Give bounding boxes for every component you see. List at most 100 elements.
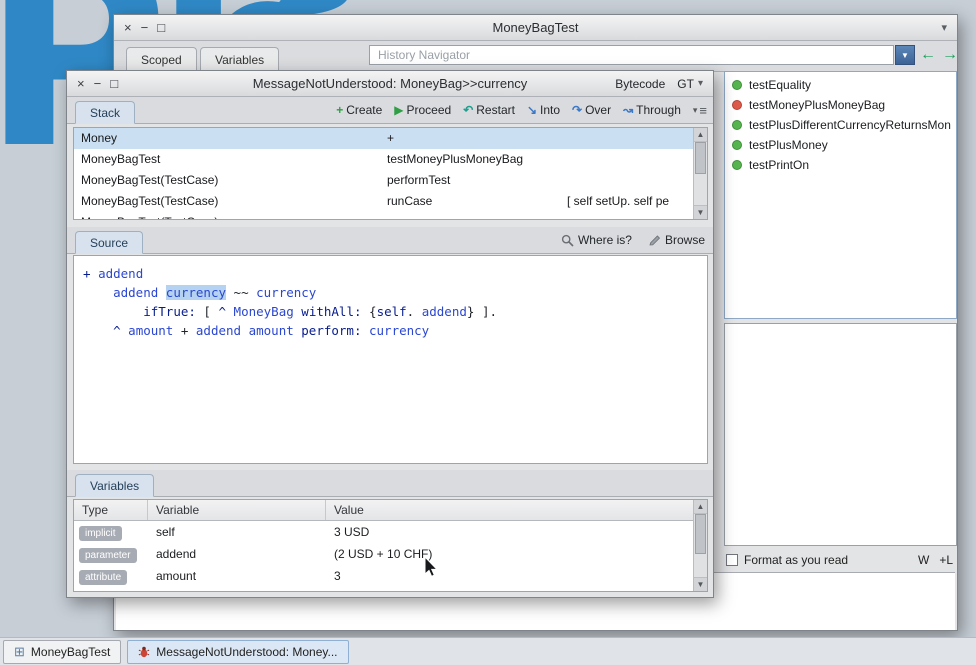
code-line[interactable]: ifTrue: [ ^ MoneyBag withAll: {self. add… (83, 302, 707, 321)
main-window-titlebar[interactable]: × − □ MoneyBagTest ▾ (114, 15, 957, 41)
stack-method: performTest (387, 173, 451, 187)
variable-row[interactable]: implicit self 3 USD (74, 521, 707, 543)
stack-row[interactable]: MoneyBagTest(TestCase) performTest (74, 170, 707, 191)
code-token: currency (256, 285, 317, 300)
scroll-up-icon[interactable]: ▲ (694, 500, 707, 514)
tab-stack[interactable]: Stack (75, 101, 136, 124)
proceed-icon: ▶ (394, 103, 404, 117)
code-token: self (376, 304, 407, 319)
taskbar-item-moneybagtest[interactable]: ⊞ MoneyBagTest (3, 639, 122, 664)
scroll-down-icon[interactable]: ▼ (694, 205, 707, 219)
browse-button[interactable]: Browse (648, 233, 705, 247)
into-button[interactable]: ↘ Into (527, 103, 560, 117)
debugger-window: × − □ MessageNotUnderstood: MoneyBag>>cu… (66, 70, 714, 598)
stack-menu-button[interactable]: ▾ ≡ (693, 103, 707, 118)
bytecode-toggle[interactable]: Bytecode (615, 77, 665, 91)
tab-variables-debugger[interactable]: Variables (75, 474, 155, 497)
over-button[interactable]: ↷ Over (572, 103, 611, 117)
bug-icon (138, 646, 150, 657)
through-button[interactable]: ↝ Through (623, 103, 681, 117)
minimize-icon[interactable]: − (94, 76, 102, 91)
code-line[interactable]: + addend (83, 264, 707, 283)
test-list-item[interactable]: testMoneyPlusMoneyBag (725, 95, 956, 115)
create-button[interactable]: + Create (336, 103, 382, 117)
tab-scoped[interactable]: Scoped (126, 47, 197, 71)
test-pass-icon (732, 140, 742, 150)
test-list-item[interactable]: testPlusMoney (725, 135, 956, 155)
restart-button[interactable]: ↶ Restart (463, 103, 515, 117)
code-line[interactable]: addend currency ~~ currency (83, 283, 707, 302)
source-code[interactable]: + addend addend currency ~~ currency ifT… (73, 255, 708, 464)
code-token: + (173, 323, 196, 338)
window-controls: × − □ (77, 71, 118, 96)
code-token: perform: (301, 323, 369, 338)
result-pane (724, 323, 957, 546)
test-name: testPrintOn (749, 158, 810, 172)
variable-row[interactable]: attribute amount 3 (74, 565, 707, 587)
window-menu-icon[interactable]: ▾ (941, 15, 947, 40)
code-token: withAll: (293, 304, 362, 319)
code-line[interactable]: ^ amount + addend amount perform: curren… (83, 321, 707, 340)
variables-header-cell[interactable]: Value (326, 500, 707, 520)
selected-token: currency (165, 285, 227, 300)
test-list-item[interactable]: testPlusDifferentCurrencyReturnsMon (725, 115, 956, 135)
stack-method: testMoneyPlusMoneyBag (387, 152, 524, 166)
variable-type-cell: attribute (74, 569, 148, 585)
history-forward-icon[interactable]: → (942, 45, 958, 65)
variable-name-cell: addend (156, 547, 197, 561)
tool-label: Over (585, 103, 612, 117)
variable-value-cell: 3 USD (334, 525, 370, 539)
test-pass-icon (732, 80, 742, 90)
scroll-up-icon[interactable]: ▲ (694, 128, 707, 142)
test-list-item[interactable]: testEquality (725, 75, 956, 95)
format-as-you-read-label: Format as you read (744, 553, 849, 567)
history-back-icon[interactable]: ← (920, 45, 936, 65)
stack-row[interactable]: MoneyBagTest(TestCase) (74, 212, 707, 219)
stack-row[interactable]: MoneyBagTest testMoneyPlusMoneyBag (74, 149, 707, 170)
variables-header-cell[interactable]: Variable (148, 500, 326, 520)
plus-l-button[interactable]: +L (939, 553, 953, 567)
code-token: addend (113, 285, 166, 300)
chevron-down-icon: ▾ (692, 104, 698, 115)
close-icon[interactable]: × (124, 20, 132, 35)
minimize-icon[interactable]: − (141, 20, 149, 35)
format-as-you-read-checkbox[interactable] (726, 554, 738, 566)
code-token: currency (369, 323, 430, 338)
scrollbar-thumb[interactable] (695, 514, 706, 554)
test-name: testPlusDifferentCurrencyReturnsMon (749, 118, 951, 132)
scroll-down-icon[interactable]: ▼ (694, 577, 707, 591)
stack-row[interactable]: Money + (74, 128, 707, 149)
variable-name-cell: amount (156, 569, 197, 583)
code-token: addend amount (195, 323, 302, 338)
proceed-button[interactable]: ▶ Proceed (394, 103, 451, 117)
close-icon[interactable]: × (77, 76, 85, 91)
variable-type-cell: parameter (74, 547, 148, 563)
tab-source[interactable]: Source (75, 231, 144, 254)
over-icon: ↷ (572, 103, 583, 117)
variable-type-cell: implicit (74, 525, 148, 541)
restart-icon: ↶ (463, 103, 474, 117)
variables-scrollbar[interactable]: ▲ ▼ (693, 500, 707, 591)
history-navigator-input[interactable] (369, 45, 894, 65)
taskbar-item-debugger[interactable]: MessageNotUnderstood: Money... (127, 639, 349, 664)
stack-row[interactable]: MoneyBagTest(TestCase) runCase [ self setU… (74, 191, 707, 212)
test-name: testPlusMoney (749, 138, 828, 152)
where-is-button[interactable]: Where is? (561, 233, 632, 247)
variable-row[interactable]: parameter addend (2 USD + 10 CHF) (74, 543, 707, 565)
stack-band: Stack + Create ▶ Proceed ↶ Restart ↘ Into ↷ Over ↝… (67, 97, 713, 124)
debugger-titlebar[interactable]: × − □ MessageNotUnderstood: MoneyBag>>cu… (67, 71, 713, 97)
tab-variables[interactable]: Variables (200, 47, 280, 71)
w-button[interactable]: W (918, 553, 929, 567)
scrollbar-thumb[interactable] (695, 142, 706, 174)
maximize-icon[interactable]: □ (157, 20, 165, 35)
stack-receiver: MoneyBagTest (81, 152, 161, 166)
stack-scrollbar[interactable]: ▲ ▼ (693, 128, 707, 219)
maximize-icon[interactable]: □ (110, 76, 118, 91)
stack-context: [ self setUp. self pe (567, 194, 670, 208)
variables-header-cell[interactable]: Type (74, 500, 148, 520)
history-dropdown-button[interactable]: ▼ (895, 45, 915, 65)
gt-dropdown[interactable]: GT ▾ (677, 77, 703, 91)
code-token: ^ (113, 323, 129, 338)
test-list-item[interactable]: testPrintOn (725, 155, 956, 175)
